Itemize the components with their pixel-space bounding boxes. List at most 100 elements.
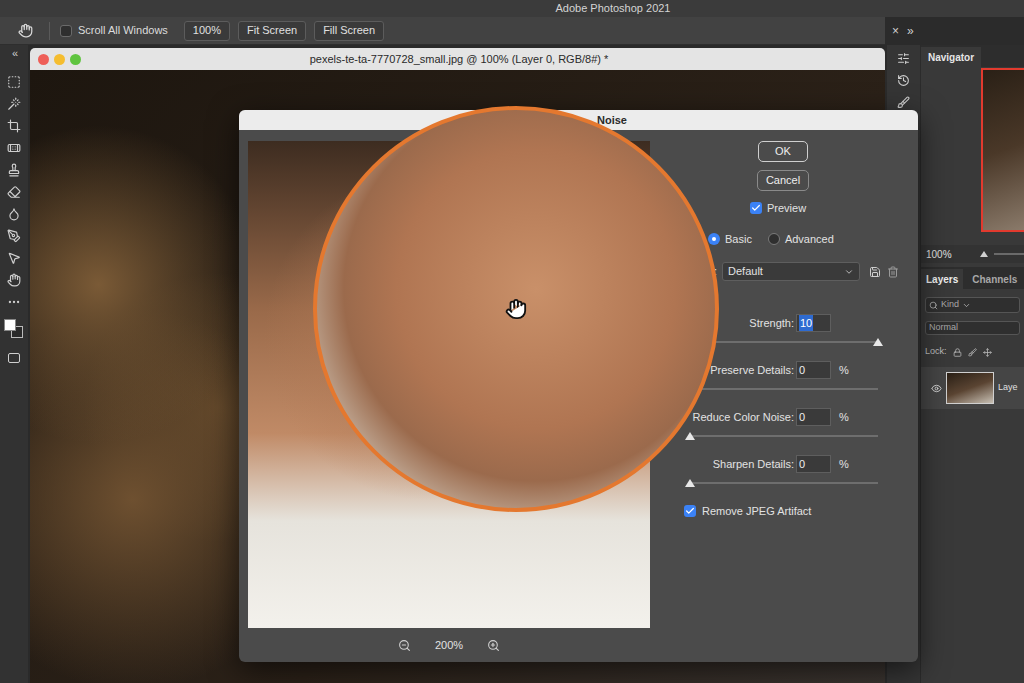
history-icon[interactable] [897, 74, 910, 87]
slider-label: Sharpen Details: [660, 456, 794, 473]
lock-pixels-icon[interactable] [968, 348, 977, 357]
mode-label: Basic [725, 231, 752, 248]
brush-icon[interactable] [897, 96, 910, 109]
eraser-icon[interactable] [7, 185, 21, 199]
slider-thumb[interactable] [873, 338, 883, 346]
slider-value-field[interactable]: 0 [796, 455, 831, 474]
settings-value: Default [728, 263, 763, 280]
zoom-in-icon[interactable] [487, 639, 500, 652]
slider-value-field[interactable]: 10 [796, 314, 831, 333]
photoshop-app: Adobe Photoshop 2021Scroll All Windows10… [0, 0, 1024, 683]
eye-icon[interactable] [931, 383, 942, 394]
radio-button[interactable] [708, 233, 720, 245]
close-window-button[interactable] [38, 54, 49, 65]
option-button[interactable]: Fit Screen [238, 21, 306, 41]
remove-jpeg-label: Remove JPEG Artifact [702, 503, 811, 520]
preview-zoom-row: 200% [248, 638, 650, 652]
screen-mode-icon[interactable] [8, 353, 20, 363]
slider-track[interactable] [690, 388, 878, 390]
remove-jpeg-checkbox[interactable] [684, 505, 696, 517]
navigator-zoom[interactable]: 100% [926, 247, 952, 262]
clone-stamp-icon[interactable] [7, 163, 21, 177]
preview-option[interactable]: Preview [750, 202, 910, 214]
blur-icon[interactable] [7, 207, 21, 221]
option-button[interactable]: Fill Screen [314, 21, 384, 41]
lock-label: Lock: [925, 345, 947, 359]
lock-position-icon[interactable] [983, 348, 992, 357]
slider-track[interactable] [690, 482, 878, 484]
slider-thumb[interactable] [685, 479, 695, 487]
hand-cursor-icon [505, 298, 527, 320]
hand-tool-icon[interactable] [7, 273, 21, 287]
scroll-all-windows-checkbox[interactable] [60, 25, 72, 37]
layer-name: Laye [998, 381, 1018, 395]
hand-icon[interactable] [18, 23, 33, 38]
navigator-zoom-track[interactable] [994, 253, 1024, 255]
properties-icon[interactable] [897, 52, 910, 65]
slider-track[interactable] [690, 341, 878, 343]
color-swatches[interactable] [3, 317, 25, 341]
navigator-thumbnail[interactable] [981, 68, 1024, 232]
settings-row: :Default [714, 263, 910, 280]
healing-brush-icon[interactable] [7, 141, 21, 155]
marquee-icon[interactable] [7, 75, 21, 89]
blend-mode[interactable]: Normal [925, 321, 1020, 335]
blend-mode-value: Normal [929, 321, 958, 335]
dock-header: ×» [885, 17, 1024, 45]
radio-button[interactable] [768, 233, 780, 245]
toolbar-collapse[interactable]: « [0, 47, 18, 59]
navigator-tab[interactable]: Navigator [921, 47, 981, 67]
slider-group: Sharpen Details: 0% [660, 456, 910, 484]
dock-collapse[interactable]: » [907, 22, 914, 40]
minimize-window-button[interactable] [54, 54, 65, 65]
layer-filter[interactable]: Kind [925, 297, 1020, 313]
option-button[interactable]: 100% [184, 21, 230, 41]
path-select-icon[interactable] [7, 251, 21, 265]
slider-value: 0 [799, 456, 805, 473]
navigator-zoom-row: 100% [921, 245, 1024, 263]
mode-label: Advanced [785, 231, 834, 248]
document-title: pexels-te-ta-7770728_small.jpg @ 100% (L… [310, 51, 609, 68]
layer-filter-placeholder: Kind [941, 298, 959, 312]
pen-icon[interactable] [7, 229, 21, 243]
slider-value-field[interactable]: 0 [796, 361, 831, 380]
more-tools-icon[interactable] [7, 295, 21, 309]
preview-checkbox[interactable] [750, 202, 762, 214]
foreground-swatch[interactable] [4, 319, 16, 331]
mode-row: Basic Advanced [708, 232, 910, 246]
settings-dropdown[interactable]: Default [722, 262, 860, 281]
layers-content: Kind Normal Lock: Laye [921, 289, 1024, 409]
slider-unit: % [839, 456, 849, 473]
slider-value-field[interactable]: 0 [796, 408, 831, 427]
preview-zoom: 200% [435, 637, 463, 654]
scroll-all-windows[interactable]: Scroll All Windows [60, 22, 168, 39]
save-settings-icon[interactable] [869, 266, 881, 278]
zoom-out-icon[interactable] [398, 639, 411, 652]
ok-button[interactable]: OK [758, 141, 808, 162]
navigator-header: Navigator [921, 45, 1024, 67]
layer-visibility[interactable] [930, 383, 942, 394]
options-bar: Scroll All Windows 100% Fit Screen Fill Scr… [0, 17, 885, 45]
mode-option[interactable]: Basic [708, 231, 752, 248]
lock-icon[interactable] [953, 348, 962, 357]
crop-icon[interactable] [7, 119, 21, 133]
zoom-out-triangle-icon[interactable] [980, 251, 988, 257]
layer-row[interactable]: Laye [921, 367, 1024, 409]
slider-track[interactable] [690, 435, 878, 437]
remove-jpeg-option[interactable]: Remove JPEG Artifact [684, 504, 910, 518]
search-icon [929, 301, 938, 310]
zoom-window-button[interactable] [70, 54, 81, 65]
slider-thumb[interactable] [685, 432, 695, 440]
delete-settings-icon[interactable] [887, 266, 899, 278]
layers-tab[interactable]: Channels [967, 269, 1022, 289]
panels: Navigator 100% LayersChannels Kind Normal Loc… [921, 45, 1024, 683]
layers-tab[interactable]: Layers [921, 269, 963, 289]
cancel-button[interactable]: Cancel [757, 170, 809, 191]
toolbar: « [0, 45, 28, 683]
scroll-all-windows-label: Scroll All Windows [78, 22, 168, 39]
mode-option[interactable]: Advanced [768, 231, 834, 248]
magic-wand-icon[interactable] [7, 97, 21, 111]
zoom-buttons: 100% Fit Screen Fill Screen [184, 21, 384, 41]
slider-value: 0 [799, 409, 805, 426]
dock-close[interactable]: × [892, 22, 899, 40]
